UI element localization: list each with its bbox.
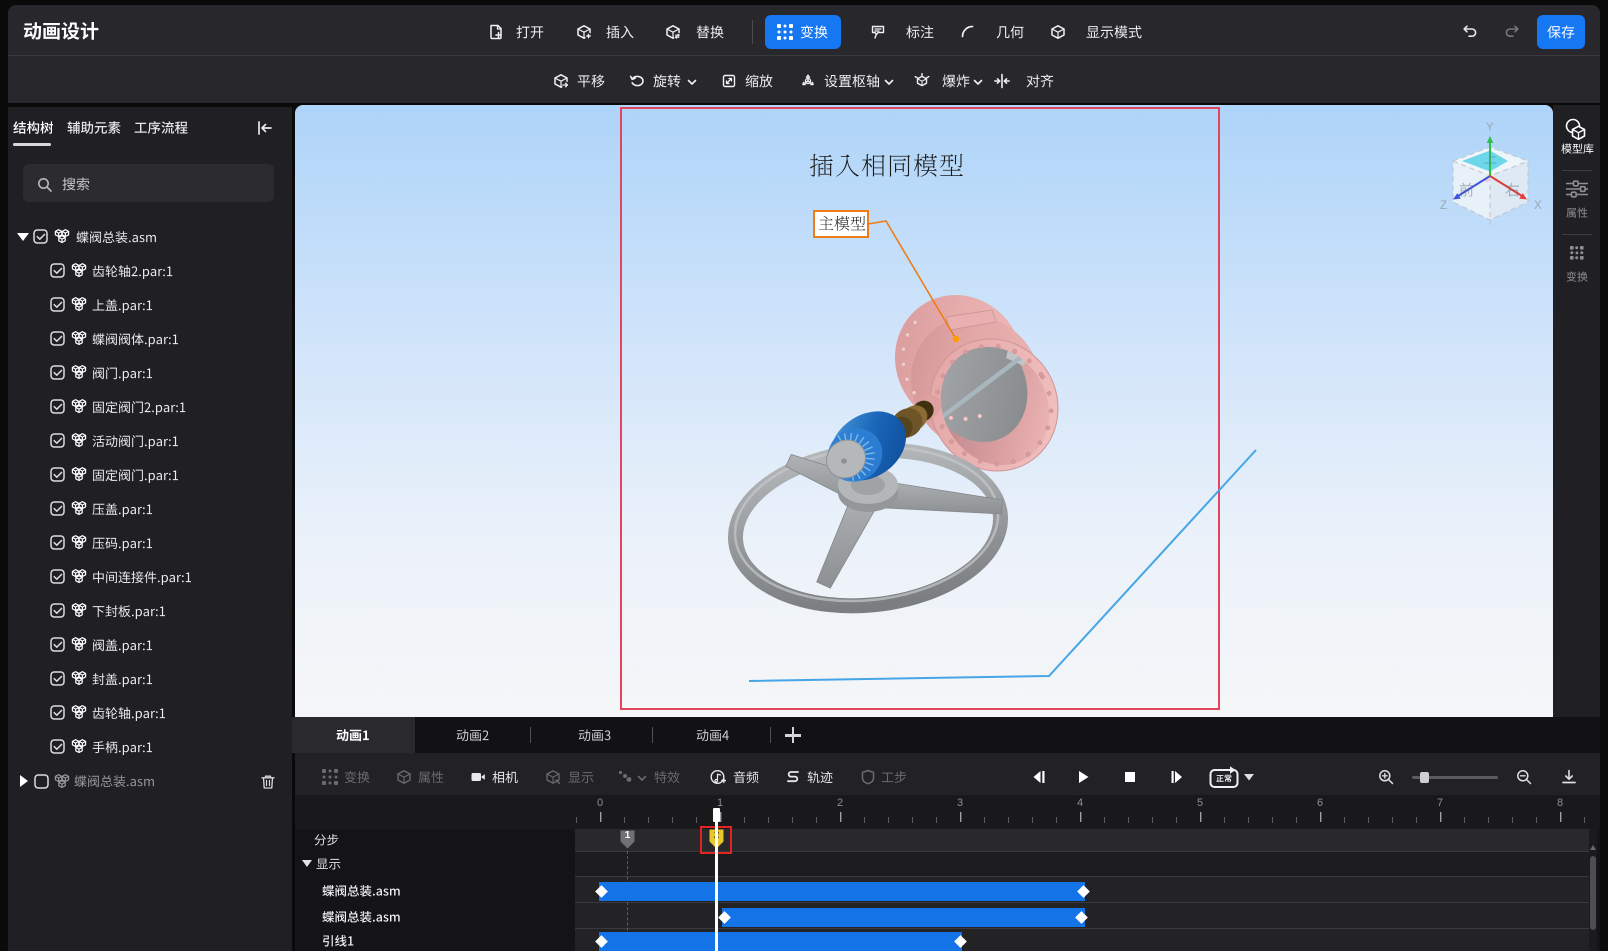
svg-text:Y: Y	[1486, 122, 1494, 134]
svg-text:Z: Z	[1440, 200, 1447, 212]
svg-text:X: X	[1534, 200, 1542, 212]
